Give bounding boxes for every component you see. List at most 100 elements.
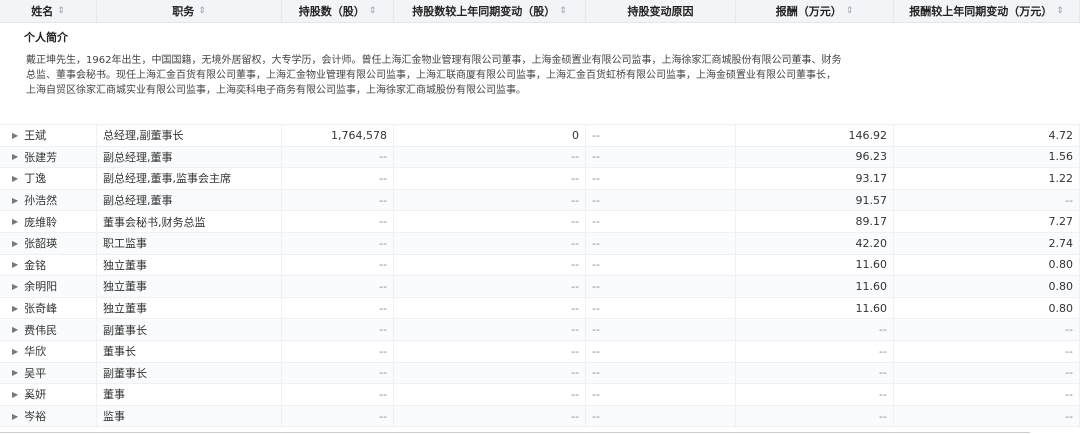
- table-row[interactable]: ▶ 吴平 副董事长 -- -- -- -- --: [0, 362, 1080, 385]
- table-row[interactable]: ▶ 张奇峰 独立董事 -- -- -- 11.60 0.80: [0, 297, 1080, 320]
- row-pay-cell-text: 93.17: [855, 171, 888, 185]
- table-row[interactable]: ▶ 金铭 独立董事 -- -- -- 11.60 0.80: [0, 254, 1080, 277]
- table-row[interactable]: ▶ 张建芳 副总经理,董事 -- -- -- 96.23 1.56: [0, 146, 1080, 169]
- row-pay-cell-text: --: [879, 387, 887, 401]
- sort-icon[interactable]: ⇕: [57, 6, 65, 16]
- row-share-change-cell-text: --: [571, 193, 579, 207]
- expand-caret-icon[interactable]: ▶: [12, 347, 18, 356]
- row-pay-cell: --: [736, 384, 894, 405]
- table-row[interactable]: ▶ 岑裕 监事 -- -- -- -- --: [0, 405, 1080, 428]
- row-share-change-cell-text: --: [571, 366, 579, 380]
- expand-caret-icon[interactable]: ▶: [12, 368, 18, 377]
- bio-text: 戴正坤先生，1962年出生，中国国籍，无境外居留权，大专学历，会计师。曾任上海汇…: [26, 53, 1054, 98]
- header-reason-label: 持股变动原因: [627, 5, 694, 18]
- table-row[interactable]: ▶ 费伟民 副董事长 -- -- -- -- --: [0, 319, 1080, 341]
- row-shares-cell: --: [282, 232, 394, 254]
- row-name-cell-text: 岑裕: [24, 410, 47, 424]
- row-share-change-cell-text: --: [571, 279, 579, 293]
- row-role-cell-text: 董事会秘书,财务总监: [103, 215, 206, 229]
- row-pay-cell: 93.17: [736, 168, 894, 189]
- expand-caret-icon[interactable]: ▶: [12, 174, 18, 183]
- expand-caret-icon[interactable]: ▶: [12, 282, 18, 291]
- header-share-change[interactable]: 持股数较上年同期变动（股） ⇕: [394, 0, 586, 22]
- row-shares-cell-text: --: [379, 150, 387, 164]
- table-bottom-border: [0, 432, 1030, 433]
- row-share-change-cell-text: --: [571, 171, 579, 185]
- table-row[interactable]: ▶ 华欣 董事长 -- -- -- -- --: [0, 340, 1080, 363]
- row-role-cell: 独立董事: [97, 276, 282, 297]
- row-reason-cell-text: --: [592, 193, 600, 207]
- row-reason-cell: --: [586, 319, 736, 340]
- row-name-cell: ▶ 金铭: [0, 254, 97, 276]
- row-share-change-cell: --: [394, 146, 586, 168]
- row-role-cell: 总经理,副董事长: [97, 125, 282, 146]
- table-row[interactable]: ▶ 王斌 总经理,副董事长 1,764,578 0 -- 146.92 4.72: [0, 125, 1080, 147]
- row-reason-cell-text: --: [592, 128, 600, 142]
- header-shares[interactable]: 持股数（股） ⇕: [282, 0, 394, 22]
- row-name-cell-text: 费伟民: [24, 323, 58, 337]
- row-pay-cell: 42.20: [736, 232, 894, 254]
- row-shares-cell: --: [282, 384, 394, 405]
- row-pay-change-cell-text: 4.72: [1048, 128, 1074, 142]
- row-shares-cell-text: --: [379, 258, 387, 272]
- row-pay-cell-text: 91.57: [855, 193, 888, 207]
- sort-icon[interactable]: ⇕: [846, 6, 854, 16]
- row-shares-cell-text: --: [379, 215, 387, 229]
- expand-caret-icon[interactable]: ▶: [12, 325, 18, 334]
- row-pay-change-cell: 4.72: [894, 125, 1080, 146]
- expand-caret-icon[interactable]: ▶: [12, 412, 18, 421]
- sort-icon[interactable]: ⇕: [559, 6, 567, 16]
- row-role-cell: 独立董事: [97, 297, 282, 319]
- row-share-change-cell: --: [394, 254, 586, 276]
- expand-caret-icon[interactable]: ▶: [12, 390, 18, 399]
- row-reason-cell: --: [586, 384, 736, 405]
- header-pay[interactable]: 报酬（万元） ⇕: [736, 0, 894, 22]
- row-share-change-cell: --: [394, 405, 586, 427]
- row-name-cell: ▶ 奚妍: [0, 384, 97, 405]
- row-share-change-cell: --: [394, 319, 586, 340]
- row-pay-change-cell: 2.74: [894, 232, 1080, 254]
- sort-icon[interactable]: ⇕: [369, 6, 377, 16]
- bio-panel: 个人简介 戴正坤先生，1962年出生，中国国籍，无境外居留权，大专学历，会计师。…: [0, 23, 1080, 125]
- row-pay-cell: 11.60: [736, 297, 894, 319]
- sort-icon[interactable]: ⇕: [198, 6, 206, 16]
- row-reason-cell: --: [586, 146, 736, 168]
- table-row[interactable]: ▶ 丁逸 副总经理,董事,监事会主席 -- -- -- 93.17 1.22: [0, 168, 1080, 190]
- expand-caret-icon[interactable]: ▶: [12, 196, 18, 205]
- row-shares-cell: --: [282, 146, 394, 168]
- row-name-cell: ▶ 华欣: [0, 340, 97, 362]
- expand-caret-icon[interactable]: ▶: [12, 239, 18, 248]
- expand-caret-icon[interactable]: ▶: [12, 304, 18, 313]
- row-shares-cell: --: [282, 276, 394, 297]
- table-row[interactable]: ▶ 奚妍 董事 -- -- -- -- --: [0, 384, 1080, 406]
- expand-caret-icon[interactable]: ▶: [12, 217, 18, 226]
- table-row[interactable]: ▶ 孙浩然 副总经理,董事 -- -- -- 91.57 --: [0, 189, 1080, 212]
- row-pay-cell: --: [736, 319, 894, 340]
- expand-caret-icon[interactable]: ▶: [12, 131, 18, 140]
- header-role[interactable]: 职务 ⇕: [97, 0, 282, 22]
- row-role-cell: 副董事长: [97, 319, 282, 340]
- row-role-cell: 职工监事: [97, 232, 282, 254]
- row-pay-change-cell: --: [894, 319, 1080, 340]
- table-row[interactable]: ▶ 庞维聆 董事会秘书,财务总监 -- -- -- 89.17 7.27: [0, 211, 1080, 233]
- table-row[interactable]: ▶ 余明阳 独立董事 -- -- -- 11.60 0.80: [0, 276, 1080, 298]
- row-pay-change-cell: --: [894, 340, 1080, 362]
- row-shares-cell-text: --: [379, 387, 387, 401]
- row-pay-change-cell: 0.80: [894, 297, 1080, 319]
- row-shares-cell: --: [282, 362, 394, 384]
- row-pay-change-cell-text: --: [1065, 323, 1073, 337]
- row-pay-change-cell: 0.80: [894, 276, 1080, 297]
- row-role-cell-text: 职工监事: [103, 237, 147, 251]
- row-role-cell-text: 副总经理,董事,监事会主席: [103, 172, 231, 186]
- sort-icon[interactable]: ⇕: [1056, 6, 1064, 16]
- header-name[interactable]: 姓名 ⇕: [0, 0, 97, 22]
- row-pay-change-cell: 1.22: [894, 168, 1080, 189]
- expand-caret-icon[interactable]: ▶: [12, 260, 18, 269]
- expand-caret-icon[interactable]: ▶: [12, 152, 18, 161]
- header-pay-change[interactable]: 报酬较上年同期变动（万元） ⇕: [894, 0, 1080, 22]
- table-row[interactable]: ▶ 张韶瑛 职工监事 -- -- -- 42.20 2.74: [0, 232, 1080, 255]
- row-share-change-cell-text: --: [571, 323, 579, 337]
- row-role-cell: 监事: [97, 405, 282, 427]
- row-reason-cell: --: [586, 189, 736, 211]
- row-shares-cell: --: [282, 297, 394, 319]
